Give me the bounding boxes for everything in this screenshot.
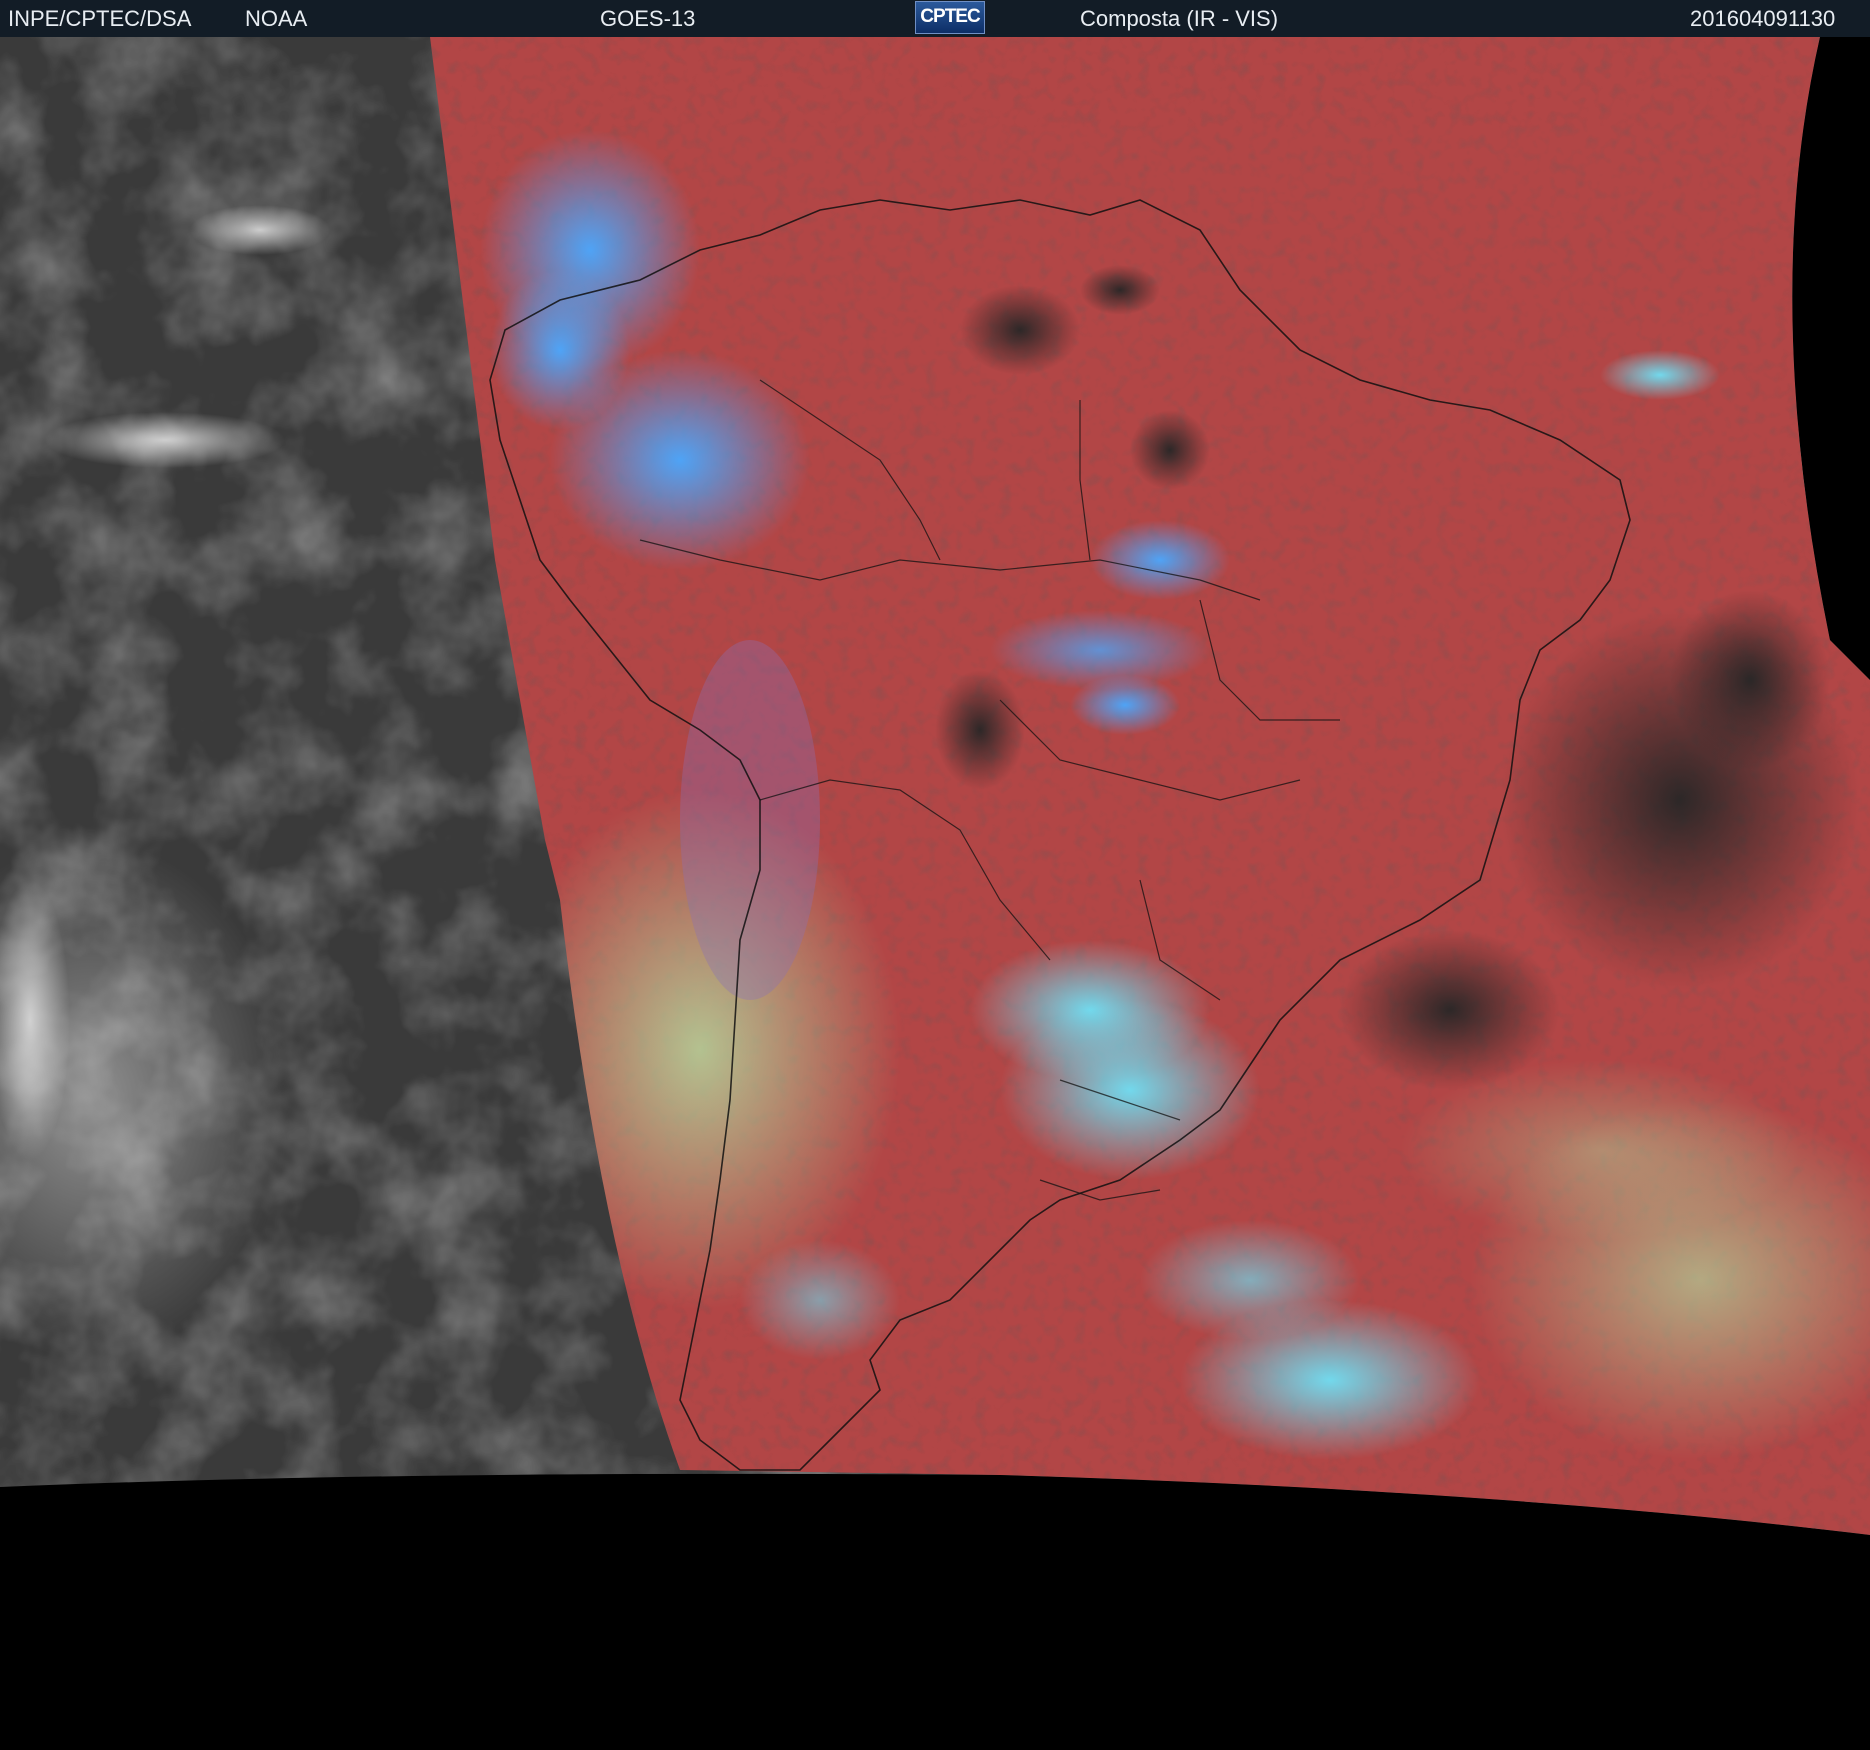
satellite-label: GOES-13	[600, 6, 696, 31]
timestamp-label: 201604091130	[1690, 6, 1836, 31]
title-bar: INPE/CPTEC/DSA NOAA GOES-13 CPTEC Compos…	[0, 0, 1870, 37]
product-label: Composta (IR - VIS)	[1080, 6, 1279, 31]
cptec-logo: CPTEC	[915, 1, 985, 34]
full-disk-region	[0, 37, 1870, 1535]
agency-label: INPE/CPTEC/DSA	[8, 6, 192, 31]
satellite-image	[0, 37, 1870, 1535]
partner-label: NOAA	[245, 6, 308, 31]
composite-region	[430, 37, 1870, 1535]
